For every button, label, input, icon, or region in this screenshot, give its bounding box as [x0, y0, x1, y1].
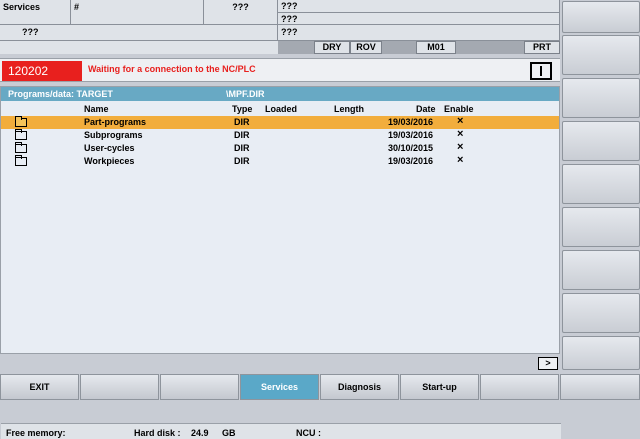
row-name: Part-programs [84, 117, 147, 127]
enable-cross-icon: × [457, 141, 464, 153]
folder-icon [15, 129, 27, 140]
hard-disk-value: 24.9 [191, 428, 209, 438]
enable-cross-icon: × [457, 128, 464, 140]
table-row[interactable]: Subprograms DIR 19/03/2016 × [1, 128, 559, 142]
channel-name: ??? [0, 25, 278, 41]
row-date: 19/03/2016 [388, 130, 434, 140]
row-date: 19/03/2016 [388, 156, 434, 166]
m01-text: M01 [427, 42, 445, 52]
col-date: Date [416, 104, 436, 114]
vsoftkey-5[interactable] [562, 164, 640, 204]
col-type: Type [232, 104, 253, 114]
hard-disk-label: Hard disk : [134, 428, 181, 438]
vsoftkey-8[interactable] [562, 293, 640, 333]
softkey-3[interactable] [160, 374, 239, 400]
softkey-2[interactable] [80, 374, 159, 400]
row-type: DIR [234, 156, 250, 166]
row-name: Workpieces [84, 156, 135, 166]
status-spacer-2 [382, 41, 416, 54]
hash-text: # [74, 2, 80, 12]
rov-text: ROV [356, 42, 376, 52]
vsoftkey-6[interactable] [562, 207, 640, 247]
softkey-7[interactable] [480, 374, 559, 400]
enable-cross-icon: × [457, 154, 464, 166]
row-type: DIR [234, 130, 250, 140]
path-label: Programs/data: TARGET [8, 89, 113, 99]
vsoftkey-9[interactable] [562, 336, 640, 370]
rov-indicator: ROV [350, 41, 382, 54]
path-dir: \MPF.DIR [226, 89, 265, 99]
free-memory-label: Free memory: [6, 428, 66, 438]
table-row[interactable]: User-cycles DIR 30/10/2015 × [1, 141, 559, 155]
vsoftkey-2[interactable] [562, 35, 640, 75]
table-row[interactable]: Workpieces DIR 19/03/2016 × [1, 154, 559, 168]
row-name: User-cycles [84, 143, 135, 153]
horizontal-softkeys: EXIT Services Diagnosis Start-up [0, 374, 640, 400]
vsoftkey-4[interactable] [562, 121, 640, 161]
path-bar: Programs/data: TARGET \MPF.DIR [1, 87, 559, 101]
memory-footer: Free memory: Hard disk : 24.9 GB NCU : [1, 423, 561, 439]
folder-icon [15, 155, 27, 166]
dry-text: DRY [322, 42, 342, 52]
softkey-startup[interactable]: Start-up [400, 374, 479, 400]
status-q3: ??? [281, 14, 298, 24]
softkey-exit[interactable]: EXIT [0, 374, 79, 400]
program-manager-panel: Programs/data: TARGET \MPF.DIR Name Type… [0, 86, 561, 439]
col-enable: Enable [444, 104, 474, 114]
vertical-softkeys [562, 0, 640, 372]
info-line-1: ??? [278, 0, 560, 13]
softkey-diagnosis[interactable]: Diagnosis [320, 374, 399, 400]
program-name: ??? [278, 25, 560, 41]
dry-indicator: DRY [314, 41, 350, 54]
folder-icon [15, 116, 27, 127]
status-spacer [278, 41, 314, 54]
status-q4: ??? [22, 27, 39, 37]
vsoftkey-1[interactable] [562, 1, 640, 33]
row-type: DIR [234, 143, 250, 153]
header: Services # ??? ??? ??? ??? ??? DRY ROV M… [0, 0, 560, 54]
row-date: 19/03/2016 [388, 117, 434, 127]
info-line-2: ??? [278, 13, 560, 25]
alarm-line: 120202 Waiting for a connection to the N… [0, 58, 560, 82]
table-row[interactable]: Part-programs DIR 19/03/2016 × [1, 115, 559, 129]
status-q5: ??? [281, 27, 298, 37]
col-name: Name [84, 104, 109, 114]
hard-disk-unit: GB [222, 428, 236, 438]
vsoftkey-3[interactable] [562, 78, 640, 118]
enable-cross-icon: × [457, 115, 464, 127]
alarm-message: Waiting for a connection to the NC/PLC [88, 64, 256, 74]
status-q2: ??? [281, 1, 298, 11]
col-length: Length [334, 104, 364, 114]
col-loaded: Loaded [265, 104, 298, 114]
softkey-8[interactable] [560, 374, 640, 400]
program-status: ??? [204, 0, 278, 25]
acknowledge-icon[interactable] [530, 62, 552, 80]
status-spacer-3 [456, 41, 524, 54]
row-date: 30/10/2015 [388, 143, 434, 153]
more-arrow-icon[interactable]: > [538, 357, 558, 370]
prt-indicator: PRT [524, 41, 560, 54]
prt-text: PRT [533, 42, 551, 52]
softkey-services[interactable]: Services [240, 374, 319, 400]
folder-icon [15, 142, 27, 153]
channel-hash: # [71, 0, 204, 25]
alarm-number: 120202 [2, 61, 82, 81]
area-text: Services [3, 2, 41, 12]
m01-indicator: M01 [416, 41, 456, 54]
hmi-screen: Services # ??? ??? ??? ??? ??? DRY ROV M… [0, 0, 640, 439]
status-q1: ??? [232, 2, 249, 12]
vsoftkey-7[interactable] [562, 250, 640, 290]
row-type: DIR [234, 117, 250, 127]
row-name: Subprograms [84, 130, 143, 140]
area-label: Services [0, 0, 71, 25]
ncu-label: NCU : [296, 428, 321, 438]
